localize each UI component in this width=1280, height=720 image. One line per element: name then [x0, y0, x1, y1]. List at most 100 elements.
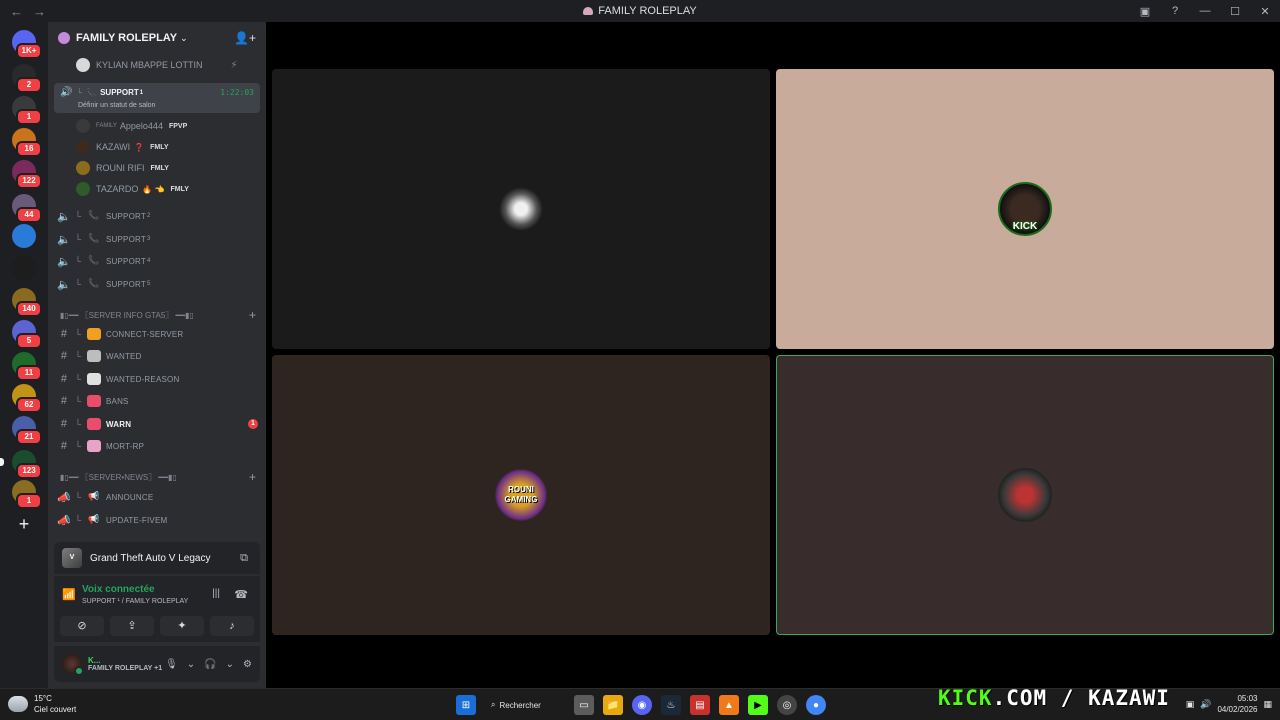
selected-server-pill: [0, 458, 4, 466]
kick-avatar-text: KICK: [1012, 221, 1038, 232]
server-tag: FMLY: [170, 185, 189, 193]
chevron-down-icon: ⌄: [180, 32, 188, 43]
maximize-button[interactable]: ☐: [1220, 0, 1250, 22]
announcement-channel-item[interactable]: 📣 └ 📢 UPDATE-FIVEM: [48, 510, 266, 530]
participant-avatar: [499, 187, 543, 231]
server-icon[interactable]: [12, 256, 36, 280]
voice-user[interactable]: KAZAWI ❓ FMLY: [76, 137, 169, 157]
voice-user-top[interactable]: KYLIAN MBAPPE LOTTIN ⚡: [76, 55, 238, 75]
channel-emoji-icon: [87, 373, 101, 385]
minimize-button[interactable]: —: [1190, 0, 1220, 22]
notification-icon[interactable]: ▦: [1263, 699, 1272, 710]
kick-app-icon[interactable]: ▶: [748, 695, 768, 715]
server-icon[interactable]: 11: [12, 352, 42, 381]
category-server-news[interactable]: ▮▯━━ 〖SERVER•NEWS〗 ━━▮▯ +: [48, 468, 266, 486]
server-badge: 44: [16, 207, 42, 223]
volume-icon[interactable]: 🔊: [1200, 699, 1211, 710]
text-channel-item[interactable]: # └ WANTED-REASON: [48, 369, 266, 389]
text-channel-item[interactable]: # └ WANTED: [48, 346, 266, 366]
back-arrow-icon[interactable]: ←: [10, 4, 23, 19]
forward-arrow-icon[interactable]: →: [33, 4, 46, 19]
microphone-icon[interactable]: 🎙: [165, 659, 178, 670]
hashtag-icon: #: [60, 395, 68, 407]
channel-name: CONNECT-SERVER: [106, 329, 184, 339]
category-server-info[interactable]: ▮▯━━ 〖SERVER INFO GTA5〗 ━━▮▯ +: [48, 306, 266, 324]
chrome-icon[interactable]: ●: [806, 695, 826, 715]
participant-tile[interactable]: ROUNI GAMING: [272, 355, 770, 635]
obs-icon[interactable]: ◎: [777, 695, 797, 715]
announcement-channel-item[interactable]: 📣 └ 📢 ANNOUNCE: [48, 487, 266, 507]
text-channel-item[interactable]: # └ MORT-RP: [48, 436, 266, 456]
voice-status[interactable]: Voix connectée: [82, 584, 155, 595]
channel-number: 2: [146, 213, 151, 219]
server-icon[interactable]: 5: [12, 320, 42, 349]
screen-share-icon[interactable]: ▣: [1130, 0, 1160, 22]
gear-icon[interactable]: ⚙: [243, 659, 252, 670]
voice-channel-item[interactable]: 🔈 └ 📞 SUPPORT 5: [48, 274, 266, 294]
voice-channel-item[interactable]: 🔈 └ 📞 SUPPORT 3: [48, 229, 266, 249]
vlc-icon[interactable]: ▲: [719, 695, 739, 715]
steam-icon[interactable]: ♨: [661, 695, 681, 715]
server-icon[interactable]: 1: [12, 480, 42, 509]
phone-icon: 📞: [88, 210, 100, 220]
task-view-icon[interactable]: ▭: [574, 695, 594, 715]
voice-user[interactable]: ROUNI RIFI FMLY: [76, 158, 169, 178]
server-icon[interactable]: [12, 224, 36, 248]
invite-people-icon[interactable]: 👤+: [234, 31, 256, 45]
soundboard-button[interactable]: ♪: [210, 616, 254, 636]
activity-share-icon[interactable]: ⧉: [240, 552, 248, 565]
tree-icon: └: [74, 492, 82, 502]
headphones-icon[interactable]: 🎧: [204, 659, 216, 670]
disconnect-icon[interactable]: ☎: [234, 588, 248, 601]
add-channel-icon[interactable]: +: [249, 308, 256, 322]
phone-icon: 📞: [88, 255, 100, 265]
search-button[interactable]: ⌕ Rechercher: [485, 695, 565, 715]
server-icon[interactable]: 2: [12, 64, 42, 93]
chevron-down-icon[interactable]: ⌄: [226, 659, 234, 670]
active-voice-channel[interactable]: 🔊 └ 📞 SUPPORT 1 Définir un statut de sal…: [54, 83, 260, 113]
server-icon[interactable]: 140: [12, 288, 42, 317]
participant-tile[interactable]: KICK: [776, 69, 1274, 349]
clock[interactable]: 05:03 04/02/2026: [1217, 693, 1257, 715]
voice-channel-item[interactable]: 🔈 └ 📞 SUPPORT 4: [48, 251, 266, 271]
add-channel-icon[interactable]: +: [249, 470, 256, 484]
camera-off-button[interactable]: ⊘: [60, 616, 104, 636]
voice-app-icon[interactable]: ▤: [690, 695, 710, 715]
server-icon[interactable]: 62: [12, 384, 42, 413]
server-icon[interactable]: 1K+: [12, 30, 42, 59]
close-button[interactable]: ✕: [1250, 0, 1280, 22]
text-channel-item[interactable]: # └ BANS: [48, 391, 266, 411]
server-icon[interactable]: 1: [12, 96, 42, 125]
noise-suppression-icon[interactable]: |||: [212, 588, 220, 599]
server-icon[interactable]: 122: [12, 160, 42, 189]
add-server-icon[interactable]: +: [12, 513, 36, 537]
discord-icon[interactable]: ◉: [632, 695, 652, 715]
weather-widget[interactable]: 15°C Ciel couvert: [8, 693, 76, 715]
file-explorer-icon[interactable]: 📁: [603, 695, 623, 715]
voice-location[interactable]: SUPPORT ¹ / FAMILY ROLEPLAY: [82, 598, 188, 605]
channel-name: SUPPORT: [106, 211, 146, 221]
text-channel-item[interactable]: # └ WARN 1: [48, 414, 266, 434]
help-icon[interactable]: ?: [1160, 0, 1190, 22]
screen-share-button[interactable]: ⇪: [110, 616, 154, 636]
server-icon[interactable]: 44: [12, 194, 42, 223]
channel-name: WANTED: [106, 351, 142, 361]
server-icon[interactable]: 16: [12, 128, 42, 157]
voice-user[interactable]: TAZARDO 🔥 👈 FMLY: [76, 179, 189, 199]
activities-button[interactable]: ✦: [160, 616, 204, 636]
network-icon[interactable]: ▣: [1186, 699, 1195, 710]
participant-tile[interactable]: [272, 69, 770, 349]
chevron-down-icon[interactable]: ⌄: [187, 659, 195, 670]
voice-channel-item[interactable]: 🔈 └ 📞 SUPPORT 2: [48, 206, 266, 226]
server-icon[interactable]: 21: [12, 416, 42, 445]
channel-status[interactable]: Définir un statut de salon: [78, 102, 155, 109]
voice-user-name: KAZAWI: [96, 142, 131, 152]
voice-connection-panel: 📶 Voix connectée SUPPORT ¹ / FAMILY ROLE…: [54, 576, 260, 642]
voice-user[interactable]: FAMILY Appelo444 FPVP: [76, 116, 187, 136]
avatar[interactable]: [62, 654, 84, 676]
start-icon[interactable]: ⊞: [456, 695, 476, 715]
text-channel-item[interactable]: # └ CONNECT-SERVER: [48, 324, 266, 344]
participant-tile-speaking[interactable]: [776, 355, 1274, 635]
guild-header[interactable]: FAMILY ROLEPLAY ⌄ 👤+: [48, 22, 266, 54]
server-icon[interactable]: 123: [12, 450, 42, 479]
